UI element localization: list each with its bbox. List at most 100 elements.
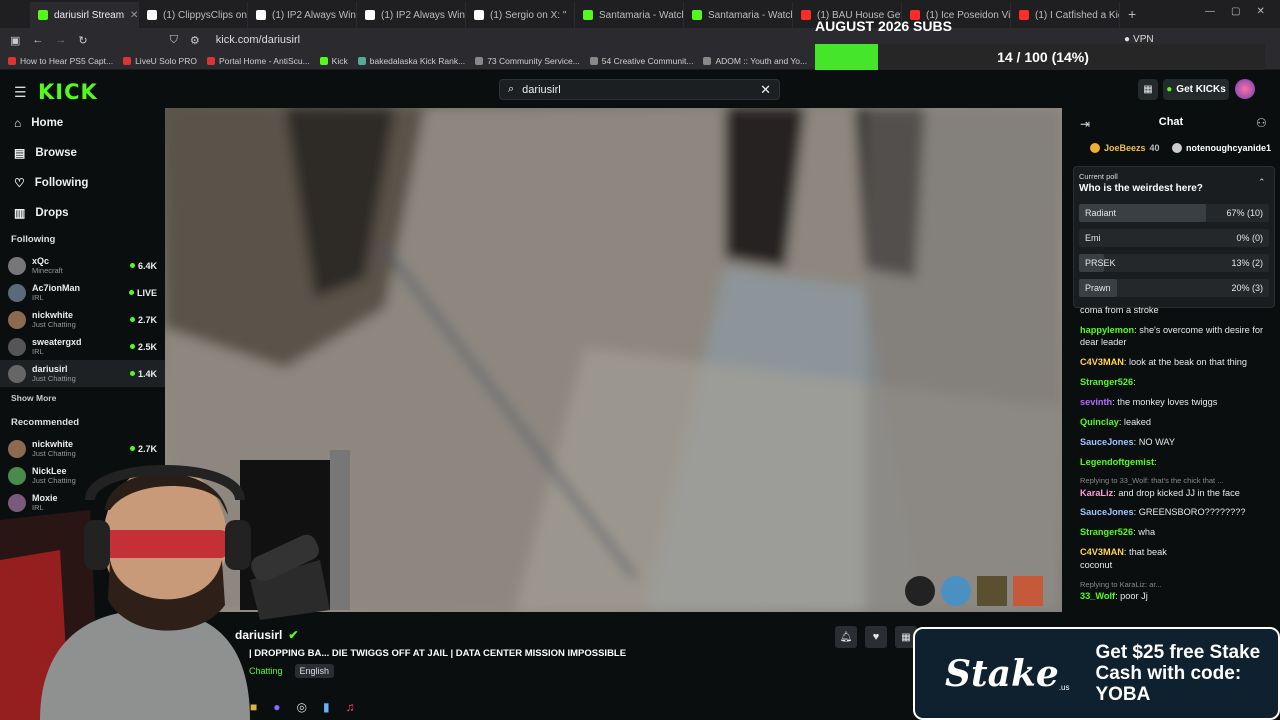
search-input[interactable] (520, 82, 755, 97)
chat-username[interactable]: C4V3MAN (1080, 547, 1124, 557)
gifter-badge-icon (1172, 143, 1182, 153)
poll-option[interactable]: Prawn 20% (3) (1079, 279, 1269, 297)
gift-icon[interactable]: ▦ (1138, 79, 1158, 100)
channel-name: Ac7ionMan (32, 282, 81, 293)
url-field[interactable]: kick.com/dariusirl (216, 34, 300, 46)
bookmark-item[interactable]: How to Hear PS5 Capt... (8, 56, 113, 66)
subs-progress-count: 14 / 100 (14%) (997, 49, 1089, 65)
channel-avatar (8, 256, 26, 275)
new-tab-button[interactable]: + (1128, 6, 1136, 22)
chat-title: Chat (1158, 116, 1184, 128)
poll-option[interactable]: Emi 0% (0) (1079, 229, 1269, 247)
forward-icon[interactable]: → (55, 34, 66, 46)
notification-bell-icon[interactable]: 🔔︎ (835, 626, 857, 648)
home-icon: ⌂ (14, 116, 22, 130)
chat-users-icon[interactable]: ⚇ (1256, 116, 1267, 130)
window-controls: — ▢ ✕ (1205, 6, 1265, 17)
poll-option-name: PRSEK (1085, 258, 1116, 268)
poll-option[interactable]: PRSEK 13% (2) (1079, 254, 1269, 272)
minimize-icon[interactable]: — (1205, 6, 1215, 17)
tab-label: (1) I Catfished a Kick (1035, 9, 1120, 21)
bookmark-label: 54 Creative Communit... (601, 55, 694, 66)
poll-option[interactable]: Radiant 67% (10) (1079, 204, 1269, 222)
kick-tab-icon (38, 10, 48, 20)
chat-username[interactable]: Stranger526 (1080, 377, 1133, 387)
bookmark-item[interactable]: LiveU Solo PRO (123, 56, 197, 66)
follow-heart-icon[interactable]: ♥ (865, 626, 887, 648)
browser-tab[interactable]: Santamaria - Watch c✕ (684, 2, 793, 28)
chat-username[interactable]: KaraLiz (1080, 488, 1113, 498)
top-gifter-1[interactable]: JoeBeezs 40 (1090, 143, 1160, 153)
channel-avatar (8, 310, 26, 329)
channel-category: IRL (32, 292, 44, 302)
obs-icon[interactable]: ◎ (297, 700, 307, 714)
browser-tab[interactable]: (1) ClippysClips on X:✕ (139, 2, 248, 28)
chat-username[interactable]: Quinclay (1080, 417, 1119, 427)
sidebar-channel-ac7ionman[interactable]: Ac7ionMan IRL LIVE (0, 279, 165, 306)
kick-logo[interactable]: KICK (38, 80, 98, 104)
file-icon[interactable]: ▮ (323, 700, 330, 714)
browser-tab[interactable]: Santamaria - Watch c✕ (575, 2, 684, 28)
bookmark-item[interactable]: ADOM :: Youth and Yo... (703, 56, 807, 66)
bookmark-label: Kick (331, 55, 348, 66)
live-dot-icon (129, 344, 135, 349)
chat-message: Legendoftgemist: (1080, 457, 1157, 467)
browser-tab[interactable]: (1) IP2 Always Wins o✕ (357, 2, 466, 28)
bookmark-item[interactable]: 54 Creative Communit... (589, 55, 694, 66)
music-icon[interactable]: ♫ (346, 700, 355, 714)
poll-option-name: Emi (1085, 233, 1101, 243)
stake-ad[interactable]: Stake .us Get $25 free Stake Cash with c… (913, 627, 1280, 720)
bookmark-item[interactable]: Kick (319, 55, 348, 66)
channel-name: xQc (32, 255, 50, 266)
browser-tab[interactable]: dariusirl Stream ✕ (30, 2, 139, 28)
sidebar-nav-home[interactable]: ⌂ Home (0, 108, 165, 138)
chat-username[interactable]: Legendoftgemist (1080, 457, 1154, 467)
sidebar-nav-following[interactable]: ♡ Following (0, 168, 165, 198)
chat-message-text: coma from a stroke (1080, 305, 1159, 315)
app-icon[interactable]: ● (273, 700, 280, 714)
user-avatar[interactable] (1235, 79, 1255, 99)
bookmark-item[interactable]: bakedalaska Kick Rank... (357, 56, 465, 66)
folder-icon[interactable]: ■ (250, 700, 257, 714)
collapse-poll-icon[interactable]: ⌃ (1258, 177, 1266, 188)
close-tab-icon[interactable]: ✕ (130, 10, 138, 21)
top-gifter-2[interactable]: notenoughcyanide1 (1172, 143, 1271, 153)
bookmark-icon (319, 56, 328, 65)
bookmark-item[interactable]: 73 Community Service... (475, 56, 580, 66)
sidebar-nav-browse[interactable]: ▤ Browse (0, 138, 165, 168)
chat-username[interactable]: happylemon (1080, 325, 1134, 335)
chat-username[interactable]: 33_Wolf (1080, 591, 1115, 601)
maximize-icon[interactable]: ▢ (1231, 6, 1240, 17)
chat-username[interactable]: SauceJones (1080, 507, 1134, 517)
bookmark-icon (475, 56, 484, 65)
sidebar-channel-nickwhite[interactable]: nickwhite Just Chatting 2.7K (0, 306, 165, 333)
sidebar-channel-dariusirl[interactable]: dariusirl Just Chatting 1.4K (0, 360, 165, 387)
bookmark-label: Portal Home - AntiScu... (218, 55, 310, 66)
live-dot-icon (129, 317, 135, 322)
chat-message-text: GREENSBORO???????? (1138, 507, 1246, 517)
sidebar-toggle-icon[interactable]: ▣ (10, 34, 20, 47)
search-bar: ⌕ ✕ (499, 79, 780, 100)
sidebar-channel-sweatergxd[interactable]: sweatergxd IRL 2.5K (0, 333, 165, 360)
reload-icon[interactable]: ↻ (78, 34, 87, 47)
browser-tab[interactable]: (1) Sergio on X: "✕ (466, 2, 575, 28)
chat-username[interactable]: sevinth (1080, 397, 1112, 407)
close-window-icon[interactable]: ✕ (1256, 6, 1264, 17)
sidebar-channel-xqc[interactable]: xQc Minecraft 6.4K (0, 252, 165, 279)
sidebar-nav-drops[interactable]: ▥ Drops (0, 198, 165, 228)
show-more-link[interactable]: Show More (0, 387, 165, 409)
site-settings-icon[interactable]: ⚙ (190, 34, 200, 47)
menu-icon[interactable]: ☰ (14, 84, 27, 101)
stake-logo: Stake (945, 652, 1059, 695)
tab-label: (1) Sergio on X: " (490, 9, 567, 21)
browser-tab[interactable]: (1) I Catfished a Kick✕ (1011, 2, 1120, 28)
get-kicks-button[interactable]: ● Get KICKs (1163, 79, 1229, 100)
chat-username[interactable]: Stranger526 (1080, 527, 1133, 537)
bookmark-item[interactable]: Portal Home - AntiScu... (206, 55, 310, 66)
back-icon[interactable]: ← (32, 34, 43, 46)
clear-search-icon[interactable]: ✕ (760, 82, 771, 98)
browser-tab[interactable]: (1) IP2 Always Wins o✕ (248, 2, 357, 28)
chat-username[interactable]: C4V3MAN (1080, 357, 1124, 367)
chat-username[interactable]: SauceJones (1080, 437, 1134, 447)
channel-avatar (8, 364, 26, 383)
